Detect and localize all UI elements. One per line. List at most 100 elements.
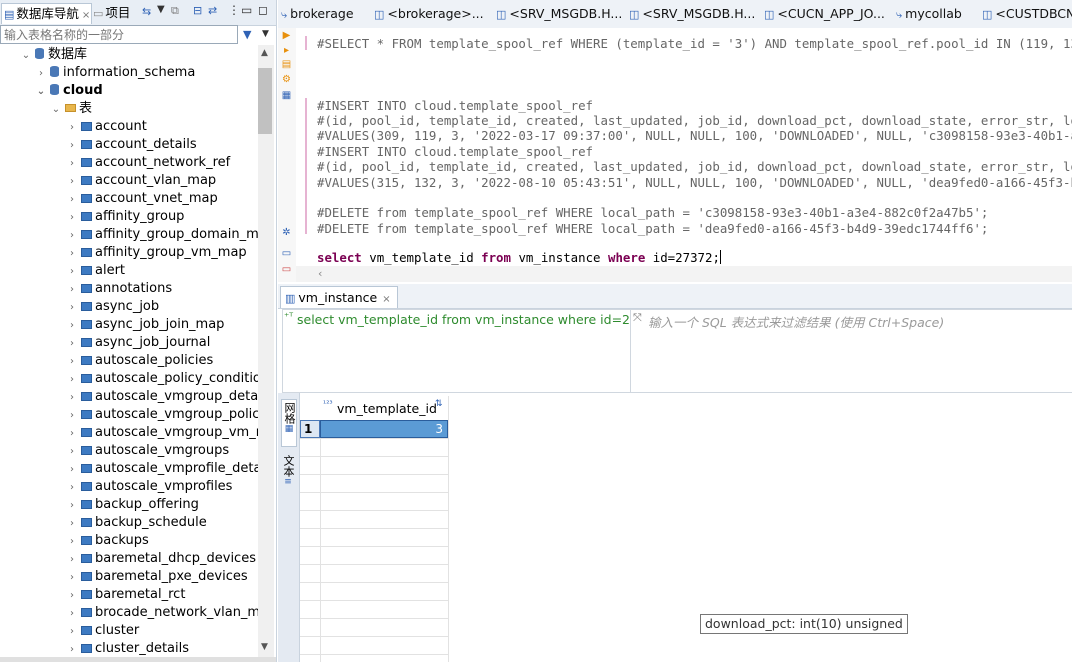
tab-vm-instance[interactable]: ▥ vm_instance × [280, 286, 398, 308]
editor-tab[interactable]: ◫ <SRV_MSGDB.H... [496, 6, 622, 21]
result-grid[interactable]: ¹²³ vm_template_id ⇅ 1 3 [300, 396, 1072, 662]
chevron-right-icon[interactable]: › [66, 533, 78, 551]
code-line[interactable]: #INSERT INTO cloud.template_spool_ref [317, 144, 593, 159]
link-editor-icon[interactable]: ⧉ [171, 4, 179, 18]
tree-item-schema[interactable]: › information_schema [35, 64, 195, 82]
code-line[interactable]: #SELECT * FROM template_spool_ref WHERE … [317, 36, 1072, 51]
tree-item-database[interactable]: ⌄ 数据库 [20, 46, 87, 64]
chevron-right-icon[interactable]: › [66, 407, 78, 425]
editor-tab[interactable]: ◫<CUSTDBCN.I [982, 6, 1072, 21]
new-script-icon[interactable]: ▭ [281, 248, 292, 259]
editor-tab[interactable]: ◫ <SRV_MSGDB.H... [629, 6, 755, 21]
tree-item-table[interactable]: › async_job [66, 298, 159, 316]
chevron-right-icon[interactable]: › [35, 65, 47, 83]
tree-item-table[interactable]: › async_job_journal [66, 334, 210, 352]
tree-item-table[interactable]: › brocade_network_vlan_map [66, 604, 258, 622]
tree-item-table[interactable]: › baremetal_rct [66, 586, 185, 604]
editor-horizontal-scrollbar[interactable]: ‹ [296, 266, 1072, 282]
chevron-right-icon[interactable]: › [66, 461, 78, 479]
execute-icon[interactable]: ▶ [281, 30, 292, 41]
tree-item-table[interactable]: › baremetal_pxe_devices [66, 568, 248, 586]
tree-item-table[interactable]: › affinity_group_domain_map [66, 226, 258, 244]
chevron-right-icon[interactable]: › [66, 389, 78, 407]
tab-database-navigator[interactable]: ▤ 数据库导航 × [1, 3, 92, 24]
text-view-button[interactable]: 文本 ≡ [281, 453, 295, 493]
tree-item-table[interactable]: › alert [66, 262, 125, 280]
tree-item-table[interactable]: › autoscale_policies [66, 352, 213, 370]
filter-dropdown-icon[interactable]: ▼ [262, 29, 269, 39]
editor-tab[interactable]: ⤷ mycollab [896, 6, 962, 22]
chevron-right-icon[interactable]: › [66, 263, 78, 281]
chevron-right-icon[interactable]: › [66, 497, 78, 515]
chevron-down-icon[interactable]: ⌄ [35, 83, 47, 101]
tab-project[interactable]: ▭ 项目 [93, 3, 135, 23]
chevron-right-icon[interactable]: › [66, 227, 78, 245]
chevron-right-icon[interactable]: › [66, 479, 78, 497]
tree-item-schema[interactable]: ⌄ cloud [35, 82, 103, 100]
tree-item-table[interactable]: › baremetal_dhcp_devices [66, 550, 256, 568]
settings-icon[interactable]: ✲ [281, 227, 292, 238]
result-filter-input[interactable]: ⤧ 输入一个 SQL 表达式来过滤结果 (使用 Ctrl+Space) [630, 309, 1072, 393]
chevron-right-icon[interactable]: › [66, 245, 78, 263]
close-icon[interactable]: × [82, 10, 90, 21]
editor-tab[interactable]: ◫ <brokerage>... [374, 6, 484, 21]
chevron-right-icon[interactable]: › [66, 209, 78, 227]
code-line[interactable]: #VALUES(315, 132, 3, '2022-08-10 05:43:5… [317, 175, 1072, 190]
explain-plan-icon[interactable]: ⚙ [281, 74, 292, 85]
chevron-right-icon[interactable]: › [66, 569, 78, 587]
chevron-right-icon[interactable]: › [66, 119, 78, 137]
tree-item-table[interactable]: › cluster [66, 622, 139, 640]
chevron-right-icon[interactable]: › [66, 371, 78, 389]
tree-item-table[interactable]: › backup_schedule [66, 514, 207, 532]
tree-item-table[interactable]: › autoscale_vmgroup_policy_ [66, 406, 258, 424]
chevron-right-icon[interactable]: › [66, 281, 78, 299]
editor-tab[interactable]: ◫ <CUCN_APP_JO... [764, 6, 885, 21]
tree-item-table[interactable]: › autoscale_vmprofile_details [66, 460, 258, 478]
minimize-icon[interactable]: ▭ [241, 3, 252, 17]
chevron-right-icon[interactable]: › [66, 317, 78, 335]
filter-icon[interactable]: ▼ [243, 28, 251, 41]
chevron-right-icon[interactable]: › [66, 641, 78, 657]
more-options-icon[interactable]: ⋮ [228, 3, 240, 17]
scroll-left-icon[interactable]: ‹ [318, 267, 322, 280]
code-line[interactable]: #DELETE from template_spool_ref WHERE lo… [317, 205, 988, 220]
scroll-down-icon[interactable]: ▼ [261, 642, 268, 652]
execute-script-icon[interactable]: ▤ [281, 59, 292, 70]
column-header[interactable]: ¹²³ vm_template_id ⇅ [320, 396, 448, 421]
tree-item-table[interactable]: › account_network_ref [66, 154, 230, 172]
chevron-right-icon[interactable]: › [66, 425, 78, 443]
tree-item-table[interactable]: › backups [66, 532, 149, 550]
editor-tab[interactable]: ⤷ brokerage [281, 6, 354, 22]
view-menu-chevron-icon[interactable]: ▼ [157, 4, 165, 15]
tree-item-table[interactable]: › annotations [66, 280, 172, 298]
tree-item-table[interactable]: › async_job_join_map [66, 316, 224, 334]
filter-expand-icon[interactable]: ⤧ [633, 311, 642, 325]
tree-item-tables-folder[interactable]: ⌄ 表 [50, 100, 92, 118]
tree-item-table[interactable]: › account [66, 118, 147, 136]
tree-item-table[interactable]: › autoscale_vmgroup_vm_ma [66, 424, 258, 442]
tree-item-table[interactable]: › affinity_group [66, 208, 184, 226]
result-cell[interactable]: 3 [320, 420, 448, 438]
tree-item-table[interactable]: › autoscale_vmprofiles [66, 478, 232, 496]
table-filter-input[interactable]: 输入表格名称的一部分 [0, 25, 238, 44]
tree-item-table[interactable]: › backup_offering [66, 496, 199, 514]
execute-statement-icon[interactable]: ▸ [281, 45, 292, 56]
chevron-right-icon[interactable]: › [66, 353, 78, 371]
navigator-vertical-scrollbar[interactable] [258, 45, 274, 657]
code-line[interactable]: #DELETE from template_spool_ref WHERE lo… [317, 221, 988, 236]
code-line[interactable]: #(id, pool_id, template_id, created, las… [317, 159, 1072, 174]
chevron-right-icon[interactable]: › [66, 137, 78, 155]
chevron-down-icon[interactable]: ⌄ [50, 101, 62, 119]
navigator-horizontal-scrollbar[interactable] [0, 657, 276, 662]
tree-item-table[interactable]: › account_details [66, 136, 197, 154]
tree-item-table[interactable]: › autoscale_vmgroups [66, 442, 229, 460]
close-icon[interactable]: × [382, 294, 390, 305]
code-line[interactable]: #(id, pool_id, template_id, created, las… [317, 113, 1072, 128]
sort-icon[interactable]: ⇅ [435, 399, 443, 409]
current-sql-line[interactable]: select vm_template_id from vm_instance w… [317, 250, 721, 265]
grid-view-button[interactable]: 网格 ▦ [281, 399, 297, 447]
chevron-right-icon[interactable]: › [66, 515, 78, 533]
chevron-right-icon[interactable]: › [66, 587, 78, 605]
minus-icon[interactable]: ⊟ [193, 4, 202, 17]
export-icon[interactable]: ▭ [281, 264, 292, 275]
